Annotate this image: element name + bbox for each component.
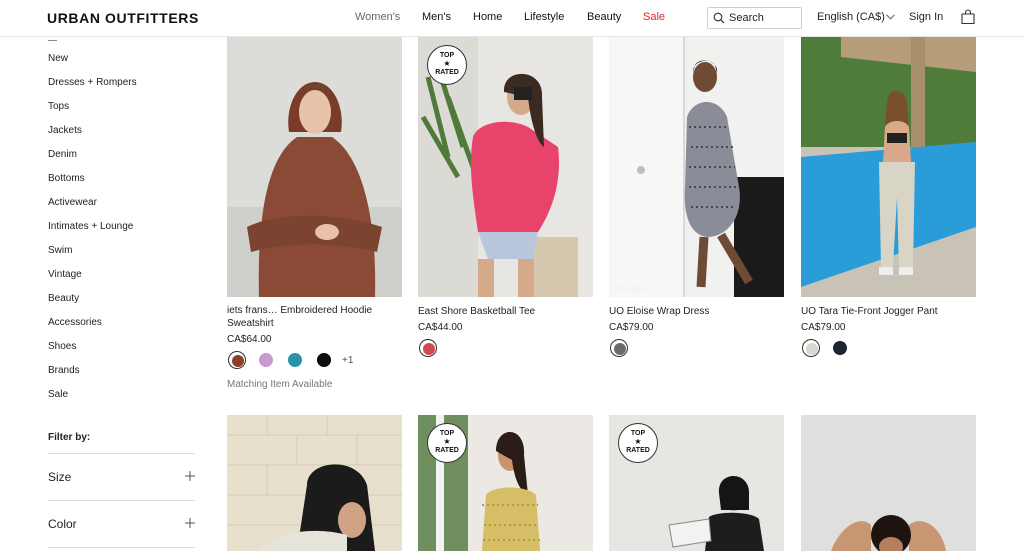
nav-lifestyle[interactable]: Lifestyle	[524, 11, 564, 23]
filter-size[interactable]: Size	[48, 468, 195, 488]
sidebar-item-denim[interactable]: Denim	[48, 149, 77, 160]
nav-home[interactable]: Home	[473, 11, 502, 23]
sidebar-item-sale[interactable]: Sale	[48, 389, 68, 400]
product-price: CA$44.00	[418, 322, 463, 333]
badge-rated: RATED	[626, 447, 650, 454]
top-rated-badge: TOP ★ RATED	[427, 423, 467, 463]
chevron-down-icon	[886, 14, 895, 20]
product-name[interactable]: East Shore Basketball Tee	[418, 306, 593, 318]
filter-divider	[48, 453, 195, 454]
star-icon: ★	[443, 59, 451, 68]
color-swatch[interactable]	[315, 351, 333, 369]
product-price: CA$79.00	[801, 322, 846, 333]
site-header: URBAN OUTFITTERS Women's Men's Home Life…	[0, 0, 1024, 37]
sidebar-item-new[interactable]: New	[48, 53, 68, 64]
badge-top: TOP	[630, 430, 646, 437]
color-swatch[interactable]	[610, 339, 628, 357]
sidebar-item-tops[interactable]: Tops	[48, 101, 69, 112]
sidebar-item-dresses-rompers[interactable]: Dresses + Rompers	[48, 77, 137, 88]
search-label: Search	[729, 12, 764, 24]
sign-in-link[interactable]: Sign In	[909, 11, 943, 23]
matching-item-label[interactable]: Matching Item Available	[227, 379, 332, 390]
filter-divider	[48, 500, 195, 501]
filter-size-label: Size	[48, 470, 72, 484]
product-name[interactable]: iets frans… Embroidered Hoodie	[227, 305, 402, 317]
search-icon	[713, 12, 725, 24]
sidebar-item-shoes[interactable]: Shoes	[48, 341, 76, 352]
badge-rated: RATED	[435, 69, 459, 76]
sidebar-item-intimates-lounge[interactable]: Intimates + Lounge	[48, 221, 133, 232]
language-label: English (CA$)	[817, 11, 885, 23]
nav-mens[interactable]: Men's	[422, 11, 451, 23]
language-selector[interactable]: English (CA$)	[817, 11, 895, 23]
badge-top: TOP	[439, 52, 455, 59]
product-name-line2[interactable]: Sweatshirt	[227, 318, 402, 330]
product-image[interactable]	[227, 415, 402, 551]
color-swatch[interactable]	[286, 351, 304, 369]
product-price: CA$79.00	[609, 322, 654, 333]
color-swatch[interactable]	[831, 339, 849, 357]
product-image[interactable]	[801, 37, 976, 297]
more-colors[interactable]: +1	[342, 355, 353, 366]
star-icon: ★	[443, 437, 451, 446]
logo[interactable]: URBAN OUTFITTERS	[47, 10, 199, 26]
top-rated-badge: TOP ★ RATED	[618, 423, 658, 463]
sidebar-item-activewear[interactable]: Activewear	[48, 197, 97, 208]
sidebar-item-brands[interactable]: Brands	[48, 365, 80, 376]
filter-color-label: Color	[48, 517, 77, 531]
photo-credit: @miaghagna	[617, 286, 647, 292]
product-price: CA$64.00	[227, 334, 272, 345]
product-image[interactable]: TOP ★ RATED	[418, 415, 593, 551]
filter-divider	[48, 547, 195, 548]
product-name[interactable]: UO Tara Tie-Front Jogger Pant	[801, 306, 976, 318]
sidebar-divider	[48, 40, 57, 41]
color-swatch[interactable]	[257, 351, 275, 369]
sidebar-item-swim[interactable]: Swim	[48, 245, 72, 256]
product-image[interactable]: TOP ★ RATED	[609, 415, 784, 551]
nav-sale[interactable]: Sale	[643, 11, 665, 23]
shopping-bag-icon[interactable]	[960, 9, 976, 25]
nav-womens[interactable]: Women's	[355, 11, 400, 23]
product-image[interactable]: TOP ★ RATED	[418, 37, 593, 297]
product-image[interactable]: @miaghagna	[609, 37, 784, 297]
search-input[interactable]: Search	[707, 7, 802, 29]
plus-icon[interactable]	[185, 518, 195, 528]
filter-color[interactable]: Color	[48, 515, 195, 535]
top-rated-badge: TOP ★ RATED	[427, 45, 467, 85]
plus-icon[interactable]	[185, 471, 195, 481]
sidebar-item-beauty[interactable]: Beauty	[48, 293, 79, 304]
color-swatch[interactable]	[419, 339, 437, 357]
product-image[interactable]	[227, 37, 402, 297]
sidebar-item-bottoms[interactable]: Bottoms	[48, 173, 85, 184]
filter-title: Filter by:	[48, 432, 91, 443]
nav-beauty[interactable]: Beauty	[587, 11, 621, 23]
color-swatch[interactable]	[228, 351, 246, 369]
product-image[interactable]	[801, 415, 976, 551]
sidebar-item-jackets[interactable]: Jackets	[48, 125, 82, 136]
product-name[interactable]: UO Eloise Wrap Dress	[609, 306, 784, 318]
badge-rated: RATED	[435, 447, 459, 454]
sidebar-item-vintage[interactable]: Vintage	[48, 269, 82, 280]
sidebar: New Dresses + Rompers Tops Jackets Denim…	[0, 37, 210, 551]
color-swatch[interactable]	[802, 339, 820, 357]
badge-top: TOP	[439, 430, 455, 437]
star-icon: ★	[634, 437, 642, 446]
sidebar-item-accessories[interactable]: Accessories	[48, 317, 102, 328]
